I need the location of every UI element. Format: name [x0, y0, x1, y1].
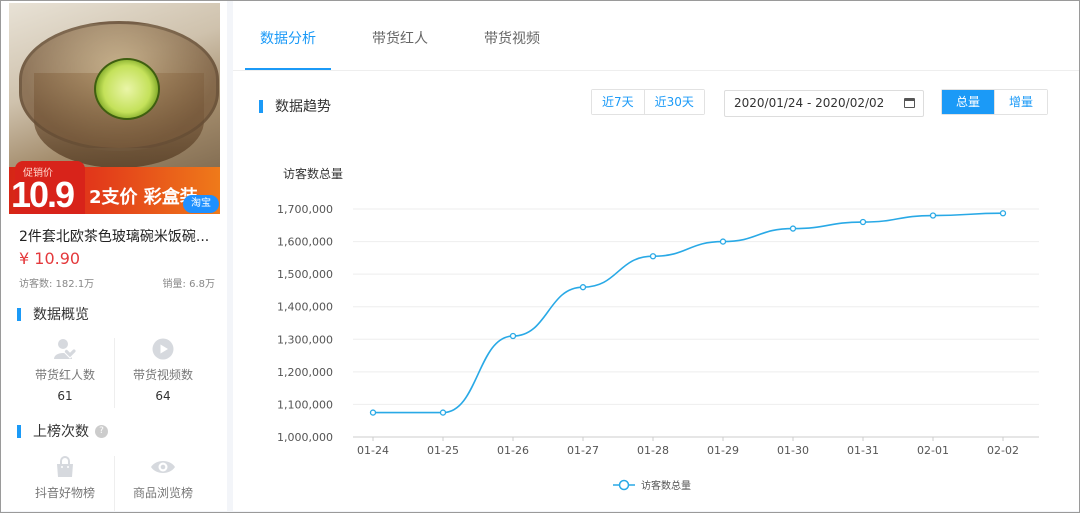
active-tab-indicator	[245, 68, 331, 70]
mode-total-button[interactable]: 总量	[942, 90, 995, 114]
stat-label: 抖音好物榜	[34, 486, 95, 500]
mode-toggle: 总量 增量	[941, 89, 1049, 115]
stat-label: 商品浏览榜	[132, 486, 193, 500]
product-price: ¥ 10.90	[19, 249, 81, 268]
heading-marker	[17, 307, 21, 321]
x-tick-label: 01-30	[777, 444, 809, 457]
data-point[interactable]	[859, 218, 867, 226]
analysis-panel: 数据分析 带货红人 带货视频 数据趋势 近7天 近30天 2020/01/24 …	[233, 1, 1079, 511]
stat-value: 64	[155, 389, 171, 403]
shopping-bag-icon	[57, 456, 73, 477]
data-point[interactable]	[999, 210, 1007, 217]
stat-label: 带货红人数	[34, 368, 95, 382]
influencer-icon	[54, 339, 77, 359]
x-tick-label: 02-01	[917, 444, 949, 457]
data-point[interactable]	[579, 284, 587, 291]
y-tick-label: 1,300,000	[277, 333, 333, 346]
trend-heading: 数据趋势	[259, 96, 331, 116]
stat-videos[interactable]: 带货视频数 64	[114, 338, 212, 403]
eye-icon	[151, 461, 175, 473]
product-visitors: 访客数: 182.1万	[19, 279, 95, 290]
heading-marker	[259, 99, 263, 113]
x-tick-label: 01-29	[707, 444, 739, 457]
data-point[interactable]	[509, 332, 517, 340]
data-point[interactable]	[369, 409, 377, 416]
overview-heading: 数据概览	[17, 304, 89, 324]
date-range-picker[interactable]: 2020/01/24 - 2020/02/02	[724, 90, 924, 117]
platform-badge: 淘宝	[183, 195, 219, 213]
chart-legend[interactable]: 访客数总量	[613, 479, 691, 492]
x-tick-label: 01-24	[357, 444, 389, 457]
legend-marker	[618, 479, 630, 491]
rank-douyin-goods[interactable]: 抖音好物榜	[16, 456, 114, 501]
stat-label: 带货视频数	[132, 368, 193, 382]
y-tick-label: 1,400,000	[277, 301, 333, 314]
y-tick-label: 1,100,000	[277, 398, 333, 411]
promo-price: 10.9	[11, 174, 75, 214]
data-point[interactable]	[439, 409, 447, 416]
trend-heading-label: 数据趋势	[275, 99, 331, 115]
product-sales: 销量: 6.8万	[162, 279, 215, 290]
tab-data-analysis[interactable]: 数据分析	[260, 28, 316, 48]
data-point[interactable]	[929, 212, 937, 219]
y-tick-label: 1,600,000	[277, 236, 333, 249]
x-tick-label: 01-25	[427, 444, 459, 457]
calendar-icon	[904, 98, 915, 108]
tab-influencers[interactable]: 带货红人	[372, 28, 428, 48]
heading-marker	[17, 424, 21, 438]
y-tick-label: 1,200,000	[277, 366, 333, 379]
visitor-trend-chart: 访客数总量 1,000,000 1,100,000 1,200,000 1,300,0…	[277, 166, 1039, 492]
data-point[interactable]	[719, 238, 727, 245]
product-image[interactable]: 促销价 10.9 2支价 彩盒装 淘宝	[9, 3, 220, 214]
chart-title: 访客数总量	[283, 166, 343, 181]
range-toggle: 近7天 近30天	[591, 89, 705, 115]
x-tick-label: 01-28	[637, 444, 669, 457]
product-title[interactable]: 2件套北欧茶色玻璃碗米饭碗...	[19, 226, 219, 246]
mode-increment-button[interactable]: 增量	[994, 90, 1048, 114]
x-tick-label: 02-02	[987, 444, 1019, 457]
tab-videos[interactable]: 带货视频	[484, 28, 540, 48]
rank-product-views[interactable]: 商品浏览榜	[114, 456, 212, 501]
range-30-days-button[interactable]: 近30天	[643, 90, 704, 114]
y-tick-label: 1,000,000	[277, 431, 333, 444]
data-point[interactable]	[649, 253, 657, 260]
data-point[interactable]	[789, 225, 797, 232]
tab-bar: 数据分析 带货红人 带货视频	[233, 1, 1079, 71]
x-tick-label: 01-27	[567, 444, 599, 457]
y-tick-label: 1,500,000	[277, 268, 333, 281]
play-video-icon	[152, 338, 174, 360]
y-tick-label: 1,700,000	[277, 203, 333, 216]
date-range-value: 2020/01/24 - 2020/02/02	[734, 96, 885, 110]
x-tick-label: 01-26	[497, 444, 529, 457]
help-icon[interactable]: ?	[95, 424, 108, 438]
banner-text: 2支价 彩盒装	[89, 187, 198, 208]
overview-heading-label: 数据概览	[33, 307, 89, 323]
product-panel: 促销价 10.9 2支价 彩盒装 淘宝 2件套北欧茶色玻璃碗米饭碗... ¥ 1…	[1, 1, 227, 511]
lime-shape	[94, 58, 160, 120]
x-tick-label: 01-31	[847, 444, 879, 457]
stat-influencers[interactable]: 带货红人数 61	[16, 338, 114, 403]
series-line	[373, 212, 1004, 414]
ranking-heading: 上榜次数 ?	[17, 421, 108, 441]
legend-label: 访客数总量	[641, 479, 691, 492]
ranking-heading-label: 上榜次数	[33, 424, 89, 440]
stat-value: 61	[57, 389, 73, 403]
range-7-days-button[interactable]: 近7天	[592, 90, 644, 114]
